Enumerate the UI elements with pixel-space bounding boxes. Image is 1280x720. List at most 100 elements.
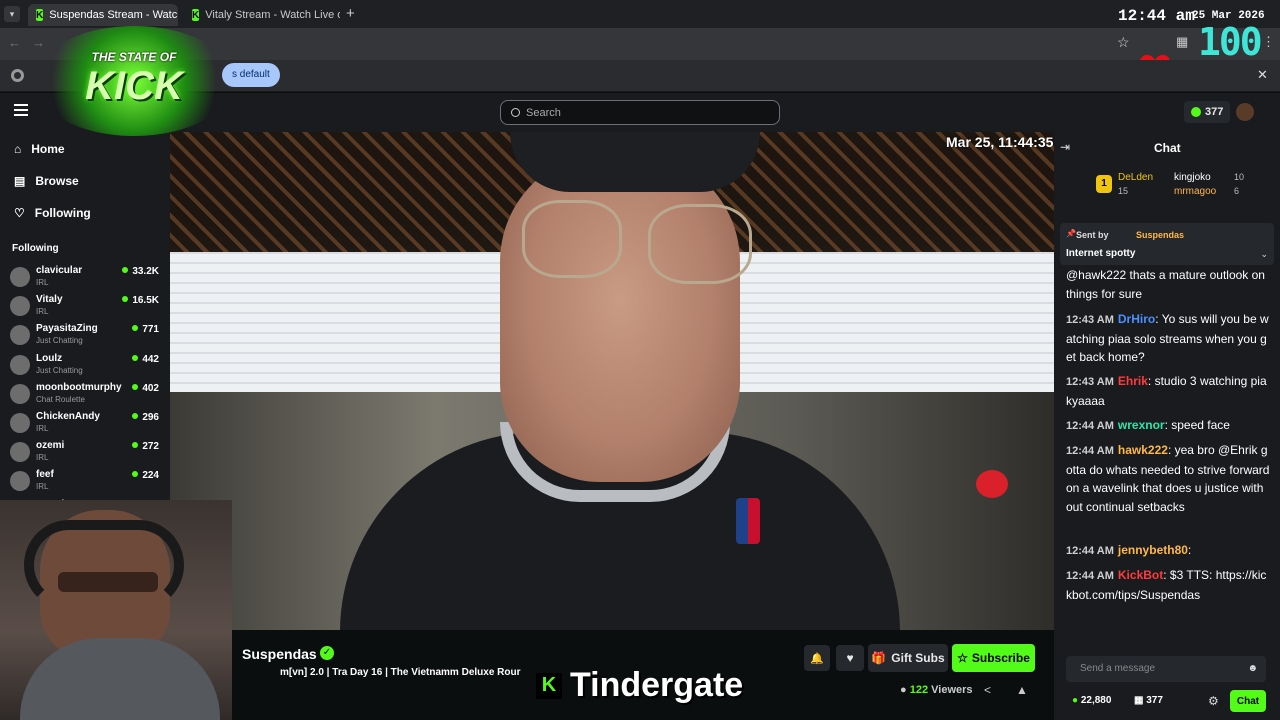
nav-browse[interactable]: ▤ Browse (14, 174, 79, 188)
avatar (10, 413, 30, 433)
following-item[interactable]: Vitaly IRL 16.5K (10, 294, 168, 322)
gift-icon: 🎁 (871, 651, 887, 665)
close-infobar-icon[interactable]: ✕ (1257, 67, 1268, 83)
leader-score: 10 (1234, 172, 1245, 182)
viewers-label: Viewers (931, 684, 973, 696)
message-user[interactable]: Ehrik (1118, 374, 1148, 388)
leader-name: kingjoko (1174, 172, 1211, 183)
channel-viewers: 224 (132, 470, 159, 481)
channel-category: IRL (36, 278, 49, 287)
chat-title: Chat (1154, 141, 1181, 155)
streamer-name[interactable]: Suspendas (242, 646, 317, 662)
nav-home[interactable]: ⌂ Home (14, 142, 65, 156)
message-user[interactable]: jennybeth80 (1118, 543, 1188, 557)
chevron-down-icon[interactable]: ⌄ (1260, 249, 1268, 260)
following-item[interactable]: ChickenAndy IRL 296 (10, 411, 168, 439)
channel-category: Just Chatting (36, 365, 83, 375)
message-user[interactable]: hawk222 (1118, 443, 1168, 457)
message-user[interactable]: KickBot (1118, 568, 1163, 582)
viewers-icon: ● (900, 684, 907, 696)
channel-name: ozemi (36, 440, 65, 452)
search-bar[interactable]: Search (500, 100, 780, 125)
channel-name: feef (36, 469, 54, 481)
chat-message: 12:43 AM Ehrik: studio 3 watching pia kya… (1066, 372, 1270, 410)
gift-count: ▦ 377 (1134, 695, 1163, 706)
nav-label: Browse (35, 174, 79, 188)
message-text: speed face (1171, 418, 1230, 432)
avatar (10, 383, 30, 404)
report-icon[interactable]: ▲ (1016, 683, 1028, 697)
message-user[interactable]: DrHiro (1118, 312, 1155, 326)
video-player[interactable]: Mar 25, 11:44:35 (170, 132, 1054, 630)
extensions-icon[interactable]: ▦ (1176, 34, 1188, 50)
viewers-value: 122 (909, 684, 929, 696)
share-icon[interactable]: < (984, 683, 991, 697)
streamer-face (500, 152, 740, 482)
message-time: 12:43 AM (1066, 314, 1114, 326)
following-heading: Following (12, 243, 59, 254)
channel-viewers: 771 (132, 324, 159, 335)
follow-button[interactable]: ♥ (836, 645, 864, 671)
tab-title: Vitaly Stream - Watch Live on K (205, 9, 340, 21)
points-total: ● 22,880 (1072, 695, 1111, 706)
channel-name: Vitaly (36, 294, 63, 306)
leader-score: 6 (1234, 186, 1240, 196)
search-input[interactable]: Search (526, 107, 561, 119)
message-colon: : (1163, 568, 1170, 582)
message-time: 12:44 AM (1066, 545, 1114, 557)
nav-label: Home (31, 142, 65, 156)
message-user[interactable]: wrexnor (1118, 418, 1165, 432)
chat-input[interactable]: Send a message ☻ (1066, 656, 1266, 682)
avatar (10, 267, 30, 287)
tab-list-button[interactable]: ▾ (4, 6, 20, 22)
channel-name: Loulz (36, 352, 63, 364)
following-item[interactable]: clavicular IRL 33.2K (10, 265, 168, 293)
message-colon: : (1167, 443, 1175, 457)
chat-message: 12:44 AM KickBot: $3 TTS: https://kickbot… (1066, 566, 1270, 604)
user-avatar[interactable] (1236, 103, 1254, 121)
chat-message: 12:44 AM jennybeth80: (1066, 541, 1270, 561)
kick-favicon-icon: K (36, 9, 44, 21)
channel-category: IRL (36, 424, 49, 433)
points-pill[interactable]: 377 (1184, 101, 1231, 123)
channel-name: clavicular (36, 265, 83, 276)
following-item[interactable]: Loulz Just Chatting 442 (10, 353, 168, 381)
logo-line2: KICK (85, 64, 183, 108)
points-value: 377 (1205, 106, 1224, 118)
chrome-icon (11, 69, 24, 82)
chat-button-label: Chat (1236, 695, 1260, 707)
following-item[interactable]: PayasitaZing Just Chatting 771 (10, 323, 168, 351)
points-icon (1191, 107, 1201, 117)
collapse-chat-icon[interactable]: ⇥ (1060, 140, 1070, 154)
back-icon[interactable]: ← (8, 35, 21, 50)
avatar (10, 471, 30, 492)
following-item[interactable]: feef IRL 224 (10, 469, 168, 497)
video-timestamp: Mar 25, 11:44:35 (946, 134, 1054, 150)
gift-subs-button[interactable]: 🎁 Gift Subs (868, 644, 948, 672)
chat-send-button[interactable]: Chat (1230, 690, 1266, 712)
browser-tab-bar: ▾ K Suspendas Stream - Watch 🔈 ✕ K Vital… (0, 0, 1280, 28)
browser-menu-icon[interactable]: ⋮ (1262, 34, 1275, 50)
bottom-banner-text: Tindergate (570, 666, 744, 704)
menu-icon[interactable] (14, 104, 28, 116)
chat-message: @hawk222 thats a mature outlook on thing… (1066, 266, 1270, 303)
nav-following[interactable]: ♡ Following (14, 206, 91, 220)
pinned-message[interactable]: 📌 Sent by Suspendas Internet spotty ⌄ (1060, 223, 1274, 265)
points-icon: ● (1072, 695, 1079, 706)
tab-vitaly[interactable]: K Vitaly Stream - Watch Live on K ✕ (184, 4, 340, 26)
channel-name: ChickenAndy (36, 411, 100, 422)
notify-button[interactable]: 🔔 (804, 645, 830, 671)
sent-by-label: Sent by (1076, 230, 1109, 240)
tab-suspendas[interactable]: K Suspendas Stream - Watch 🔈 ✕ (28, 4, 178, 26)
nav-label: Following (34, 206, 91, 220)
chat-settings-icon[interactable]: ⚙ (1208, 694, 1219, 708)
state-of-kick-logo: THE STATE OF KICK (34, 26, 234, 136)
emoji-icon[interactable]: ☻ (1247, 656, 1258, 682)
following-item[interactable]: moonbootmurphy Chat Roulette 402 (10, 382, 168, 410)
channel-viewers: 33.2K (122, 266, 159, 277)
subscribe-button[interactable]: ☆ Subscribe (952, 644, 1035, 672)
bookmark-star-icon[interactable]: ☆ (1117, 34, 1130, 51)
following-item[interactable]: ozemi IRL 272 (10, 440, 168, 468)
lantern (976, 470, 1008, 498)
new-tab-button[interactable]: + (346, 5, 355, 22)
